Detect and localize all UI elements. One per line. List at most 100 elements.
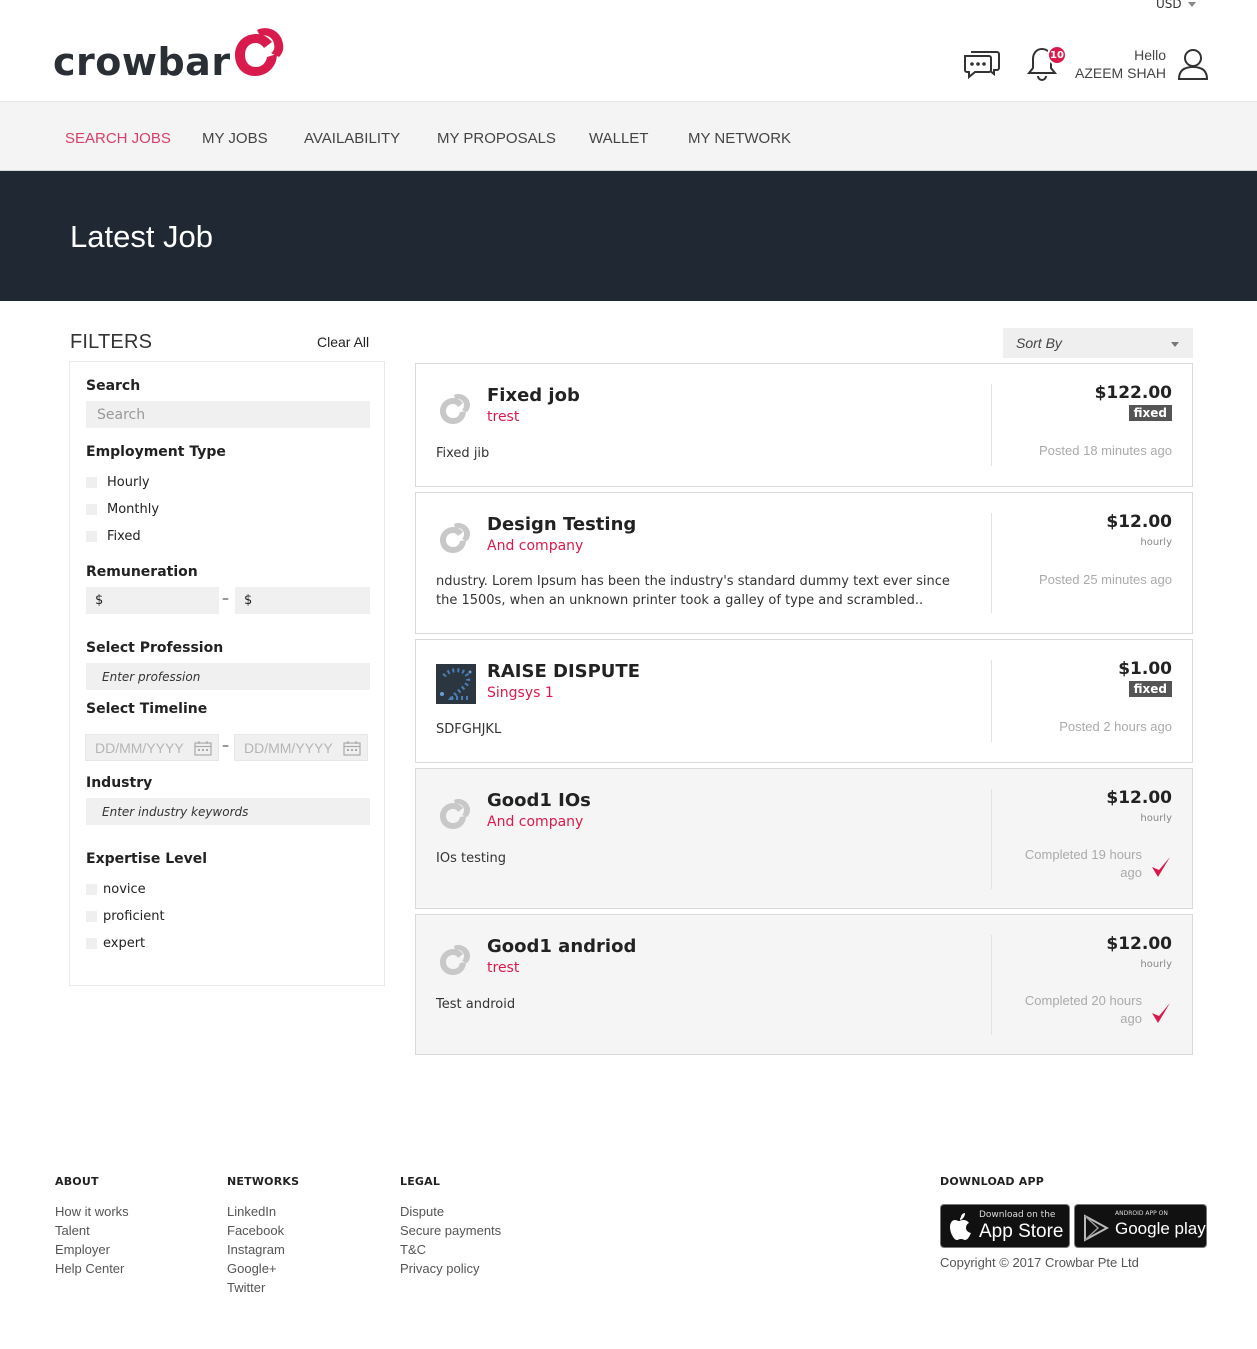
- messages-icon[interactable]: [963, 46, 1001, 80]
- job-card[interactable]: RAISE DISPUTE Singsys 1 SDFGHJKL $1.00 f…: [415, 639, 1193, 763]
- expertise-proficient-checkbox[interactable]: proficient: [86, 909, 165, 924]
- employment-hourly-checkbox[interactable]: Hourly: [86, 475, 150, 490]
- site-header: USD crowbar 10 Hello AZEEM SHAH: [0, 0, 1257, 101]
- company-logo-icon: [440, 394, 470, 424]
- footer-link-how-it-works[interactable]: How it works: [55, 1204, 129, 1219]
- apple-icon: [950, 1213, 971, 1240]
- job-description: ndustry. Lorem Ipsum has been the indust…: [436, 574, 950, 608]
- footer-link-google-plus[interactable]: Google+: [227, 1261, 277, 1276]
- job-company[interactable]: And company: [487, 538, 583, 554]
- footer-link-help-center[interactable]: Help Center: [55, 1261, 124, 1276]
- job-card[interactable]: Good1 IOs And company IOs testing $12.00…: [415, 768, 1193, 909]
- crowbar-c-logo-icon: [234, 28, 283, 76]
- company-avatar-image: [436, 664, 476, 704]
- job-card[interactable]: Good1 andriod trest Test android $12.00 …: [415, 914, 1193, 1055]
- currency-selector[interactable]: USD: [1156, 0, 1196, 11]
- page-hero: Latest Job: [0, 171, 1257, 301]
- google-play-big-text: Google play: [1115, 1219, 1206, 1238]
- job-company[interactable]: Singsys 1: [487, 685, 554, 701]
- greeting-text: Hello: [1134, 47, 1166, 63]
- footer-link-privacy-policy[interactable]: Privacy policy: [400, 1261, 479, 1276]
- checkbox-label: novice: [103, 882, 146, 897]
- industry-label: Industry: [86, 775, 153, 791]
- job-card[interactable]: Fixed job trest Fixed jib $122.00 fixed …: [415, 363, 1193, 487]
- job-status: Posted 2 hours ago: [1059, 719, 1172, 734]
- clear-all-button[interactable]: Clear All: [317, 334, 369, 350]
- main-nav: SEARCH JOBS MY JOBS AVAILABILITY MY PROP…: [0, 101, 1257, 171]
- timeline-start-date[interactable]: DD/MM/YYYY: [85, 734, 219, 761]
- company-logo-icon: [440, 523, 470, 553]
- nav-wallet[interactable]: WALLET: [589, 130, 648, 147]
- employment-monthly-checkbox[interactable]: Monthly: [86, 502, 159, 517]
- checkbox-box[interactable]: [86, 531, 97, 542]
- footer-legal-heading: LEGAL: [400, 1175, 441, 1188]
- footer-link-facebook[interactable]: Facebook: [227, 1223, 284, 1238]
- user-profile-icon[interactable]: [1177, 48, 1209, 80]
- footer-networks-heading: NETWORKS: [227, 1175, 300, 1188]
- copyright-text: Copyright © 2017 Crowbar Pte Ltd: [940, 1255, 1139, 1270]
- job-divider: [991, 384, 992, 466]
- logo-text: crowbar: [53, 40, 231, 84]
- job-title[interactable]: RAISE DISPUTE: [487, 661, 640, 682]
- user-greeting[interactable]: Hello AZEEM SHAH: [1060, 46, 1166, 82]
- job-status: Completed 20 hours ago: [1024, 993, 1142, 1026]
- job-card[interactable]: Design Testing And company ndustry. Lore…: [415, 492, 1193, 634]
- expertise-novice-checkbox[interactable]: novice: [86, 882, 146, 897]
- footer-link-terms[interactable]: T&C: [400, 1242, 426, 1257]
- profession-label: Select Profession: [86, 640, 224, 656]
- company-logo-icon: [440, 945, 470, 975]
- rate-type-badge: fixed: [1128, 405, 1172, 421]
- nav-my-proposals[interactable]: MY PROPOSALS: [437, 130, 556, 147]
- remuneration-max-input[interactable]: $: [235, 587, 370, 614]
- nav-availability[interactable]: AVAILABILITY: [304, 130, 400, 147]
- rate-type-label: hourly: [1140, 959, 1172, 970]
- footer-download-heading: DOWNLOAD APP: [940, 1175, 1045, 1188]
- footer-link-secure-payments[interactable]: Secure payments: [400, 1223, 501, 1238]
- app-store-big-text: App Store: [979, 1221, 1064, 1242]
- nav-my-network[interactable]: MY NETWORK: [688, 130, 791, 147]
- remuneration-min-input[interactable]: $: [86, 587, 219, 614]
- currency-label: USD: [1156, 0, 1182, 11]
- job-company[interactable]: And company: [487, 814, 583, 830]
- sort-by-label: Sort By: [1016, 335, 1062, 351]
- checkbox-label: expert: [103, 936, 146, 951]
- checkbox-box[interactable]: [86, 477, 97, 488]
- job-company[interactable]: trest: [487, 409, 519, 425]
- search-input[interactable]: Search: [86, 401, 370, 428]
- checkbox-box[interactable]: [86, 504, 97, 515]
- job-company[interactable]: trest: [487, 960, 519, 976]
- checkbox-box[interactable]: [86, 911, 97, 922]
- sort-by-dropdown[interactable]: Sort By: [1003, 328, 1193, 358]
- crowbar-logo[interactable]: crowbar: [53, 24, 285, 84]
- filters-heading: FILTERS: [70, 331, 153, 353]
- footer-link-dispute[interactable]: Dispute: [400, 1204, 444, 1219]
- app-store-button[interactable]: Download on the App Store: [940, 1204, 1070, 1248]
- date-placeholder: DD/MM/YYYY: [244, 739, 333, 756]
- job-title[interactable]: Design Testing: [487, 514, 636, 535]
- footer-link-instagram[interactable]: Instagram: [227, 1242, 285, 1257]
- completed-check-icon: [1152, 1003, 1170, 1023]
- expertise-expert-checkbox[interactable]: expert: [86, 936, 145, 951]
- job-title[interactable]: Good1 andriod: [487, 936, 636, 957]
- footer-link-linkedin[interactable]: LinkedIn: [227, 1204, 276, 1219]
- employment-fixed-checkbox[interactable]: Fixed: [86, 529, 141, 544]
- calendar-icon[interactable]: [343, 740, 361, 756]
- expertise-level-label: Expertise Level: [86, 851, 208, 867]
- industry-input[interactable]: Enter industry keywords: [86, 798, 370, 825]
- checkbox-label: proficient: [103, 909, 165, 924]
- job-title[interactable]: Good1 IOs: [487, 790, 591, 811]
- footer-link-employer[interactable]: Employer: [55, 1242, 110, 1257]
- timeline-end-date[interactable]: DD/MM/YYYY: [234, 734, 368, 761]
- job-price: $12.00: [1106, 788, 1172, 808]
- footer-link-talent[interactable]: Talent: [55, 1223, 90, 1238]
- footer-link-twitter[interactable]: Twitter: [227, 1280, 265, 1295]
- checkbox-box[interactable]: [86, 938, 97, 949]
- job-status: Posted 18 minutes ago: [1039, 443, 1172, 458]
- nav-search-jobs[interactable]: SEARCH JOBS: [65, 130, 171, 147]
- checkbox-box[interactable]: [86, 884, 97, 895]
- profession-input[interactable]: Enter profession: [86, 663, 370, 690]
- job-title[interactable]: Fixed job: [487, 385, 580, 406]
- nav-my-jobs[interactable]: MY JOBS: [202, 130, 268, 147]
- calendar-icon[interactable]: [194, 740, 212, 756]
- google-play-button[interactable]: ANDROID APP ON Google play: [1074, 1204, 1207, 1248]
